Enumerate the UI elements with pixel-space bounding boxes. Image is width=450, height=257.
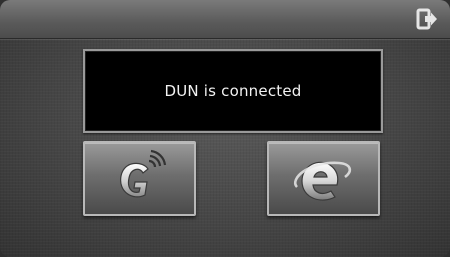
top-bar: [0, 0, 450, 39]
g-connection-button[interactable]: [83, 141, 196, 216]
screen-frame: DUN is connected: [0, 0, 450, 257]
browser-e-icon: [294, 161, 352, 201]
g-connection-icon: [120, 149, 167, 198]
browser-button[interactable]: [267, 141, 380, 216]
status-message: DUN is connected: [164, 82, 302, 100]
exit-icon: [416, 8, 437, 30]
exit-button[interactable]: [416, 8, 438, 30]
status-display: DUN is connected: [83, 49, 383, 133]
